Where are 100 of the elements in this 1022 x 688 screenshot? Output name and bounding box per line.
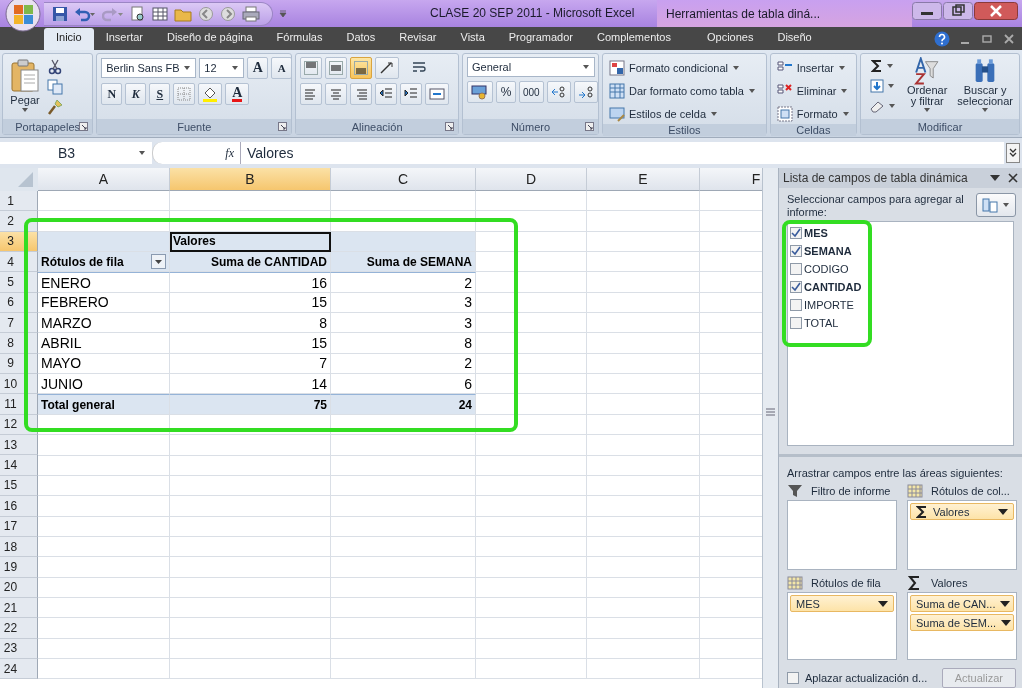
ribbon-tab[interactable]: Revisar: [387, 28, 449, 50]
menu-button[interactable]: Insertar: [774, 57, 852, 78]
menu-button[interactable]: Estilos de celda: [607, 103, 758, 124]
ribbon-tab[interactable]: Opciones: [694, 28, 766, 50]
restore-icon[interactable]: [943, 2, 973, 20]
dialog-launcher-icon[interactable]: [585, 122, 594, 131]
row-header[interactable]: 7: [0, 313, 38, 334]
ribbon-tab[interactable]: Complementos: [584, 28, 683, 50]
underline-button[interactable]: S: [149, 83, 171, 105]
increase-decimal-button[interactable]: [546, 81, 571, 103]
align-left-button[interactable]: [300, 83, 323, 105]
ribbon-tab[interactable]: Programador: [496, 28, 585, 50]
field-checkbox[interactable]: CANTIDAD: [790, 278, 862, 296]
menu-button[interactable]: Dar formato como tabla: [607, 80, 758, 101]
scissors-icon[interactable]: [47, 59, 63, 75]
drop-area[interactable]: MES: [787, 592, 897, 660]
formula-field[interactable]: Valores: [240, 142, 1004, 164]
field-checkbox[interactable]: IMPORTE: [790, 296, 854, 314]
font-color-button[interactable]: A: [225, 83, 250, 105]
layout-button[interactable]: [976, 193, 1016, 217]
grow-font-button[interactable]: A: [247, 57, 269, 79]
column-header[interactable]: B: [170, 168, 331, 191]
row-header[interactable]: 18: [0, 536, 38, 558]
restore-icon[interactable]: [980, 32, 994, 46]
table-icon[interactable]: [152, 6, 168, 22]
currency-button[interactable]: [467, 81, 493, 103]
increase-indent-button[interactable]: [400, 83, 423, 105]
field-chip[interactable]: Suma de CAN...: [910, 595, 1014, 612]
row-header[interactable]: 21: [0, 597, 38, 619]
merge-button[interactable]: [425, 83, 450, 105]
ribbon-tab[interactable]: Diseño de página: [155, 28, 265, 50]
percent-button[interactable]: %: [496, 81, 516, 103]
row-header[interactable]: 8: [0, 333, 38, 354]
printer-icon[interactable]: [242, 6, 260, 22]
ribbon-tab[interactable]: Diseño: [765, 28, 824, 50]
row-header[interactable]: 4: [0, 252, 38, 273]
filter-dropdown-icon[interactable]: [151, 254, 166, 270]
find-select-button[interactable]: Buscar y seleccionar: [954, 57, 1016, 115]
ribbon-tab[interactable]: Insertar: [93, 28, 155, 50]
field-chip[interactable]: Suma de SEM...: [910, 614, 1014, 631]
font-name-dropdown[interactable]: Berlin Sans FB: [101, 58, 197, 78]
column-header[interactable]: E: [587, 168, 700, 191]
dialog-launcher-icon[interactable]: [79, 122, 89, 131]
office-button[interactable]: [4, 0, 42, 32]
row-header[interactable]: 16: [0, 496, 38, 517]
customize-caret-icon[interactable]: [279, 10, 287, 18]
menu-button[interactable]: Eliminar: [774, 80, 852, 101]
row-header[interactable]: 17: [0, 516, 38, 537]
minimize-icon[interactable]: [912, 2, 942, 20]
paste-button[interactable]: Pegar: [7, 57, 43, 115]
column-header[interactable]: C: [331, 168, 476, 191]
align-bottom-button[interactable]: [350, 57, 373, 79]
drop-area[interactable]: Valores: [907, 500, 1017, 570]
field-checkbox[interactable]: CODIGO: [790, 260, 849, 278]
align-center-button[interactable]: [325, 83, 348, 105]
row-header[interactable]: 2: [0, 211, 38, 232]
caret-icon[interactable]: [990, 174, 1000, 182]
field-checkbox[interactable]: MES: [790, 224, 828, 242]
align-middle-button[interactable]: [325, 57, 348, 79]
row-header[interactable]: 15: [0, 475, 38, 497]
align-top-button[interactable]: [300, 57, 323, 79]
menu-button[interactable]: Formato condicional: [607, 57, 758, 78]
drop-area[interactable]: Suma de CAN... Suma de SEM...: [907, 592, 1017, 660]
expand-icon[interactable]: [1006, 143, 1020, 163]
field-checkbox[interactable]: TOTAL: [790, 314, 839, 332]
field-chip[interactable]: Valores: [910, 503, 1014, 520]
row-header[interactable]: 13: [0, 435, 38, 456]
ribbon-tab[interactable]: Fórmulas: [264, 28, 335, 50]
row-header[interactable]: 1: [0, 191, 38, 212]
column-header[interactable]: D: [476, 168, 587, 191]
close-icon[interactable]: [1008, 173, 1018, 183]
italic-button[interactable]: K: [125, 83, 147, 105]
format-painter-icon[interactable]: [47, 99, 63, 115]
ribbon-tab[interactable]: Datos: [334, 28, 388, 50]
decrease-decimal-button[interactable]: [573, 81, 598, 103]
thousands-button[interactable]: 000: [519, 81, 544, 103]
row-header[interactable]: 14: [0, 455, 38, 476]
row-header[interactable]: 11: [0, 394, 38, 415]
ribbon-tab[interactable]: Vista: [448, 28, 497, 50]
column-header[interactable]: F: [700, 168, 762, 191]
column-header[interactable]: A: [38, 168, 170, 191]
close-icon[interactable]: [974, 2, 1018, 20]
row-header[interactable]: 10: [0, 374, 38, 395]
ribbon-tab[interactable]: Inicio: [44, 28, 94, 50]
decrease-indent-button[interactable]: [375, 83, 398, 105]
row-header[interactable]: 24: [0, 658, 38, 680]
row-header[interactable]: 5: [0, 272, 38, 293]
number-format-dropdown[interactable]: General: [467, 57, 595, 77]
sort-filter-button[interactable]: Ordenar y filtrar: [904, 57, 951, 115]
print-preview-icon[interactable]: [130, 6, 146, 22]
field-checkbox[interactable]: SEMANA: [790, 242, 852, 260]
forward-icon[interactable]: [220, 6, 236, 22]
defer-checkbox[interactable]: Aplazar actualización d...: [787, 672, 928, 684]
back-icon[interactable]: [198, 6, 214, 22]
row-header[interactable]: 19: [0, 557, 38, 578]
shrink-font-button[interactable]: A: [271, 57, 293, 79]
row-header[interactable]: 20: [0, 577, 38, 598]
field-chip[interactable]: MES: [790, 595, 894, 612]
undo-icon[interactable]: [74, 6, 96, 22]
bold-button[interactable]: N: [101, 83, 123, 105]
